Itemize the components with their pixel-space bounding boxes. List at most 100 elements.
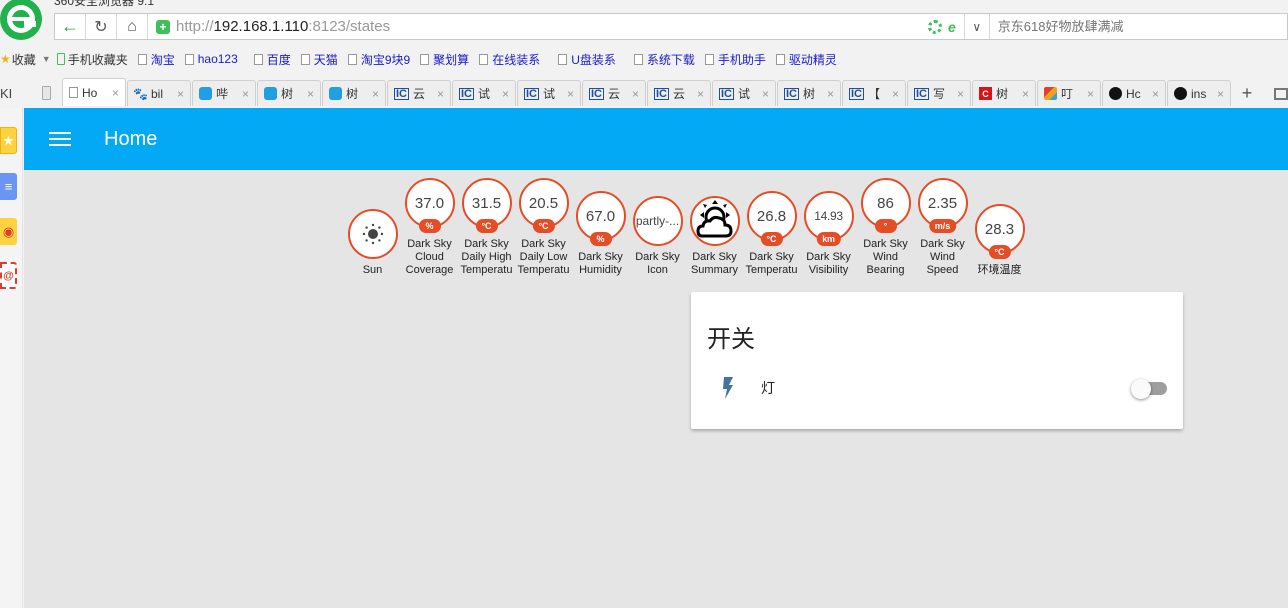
bookmark-item[interactable]: 系统下载: [633, 51, 695, 68]
sidebar-notes-icon[interactable]: ≡: [0, 173, 17, 200]
browser-tab[interactable]: IC 试 ×: [517, 80, 581, 106]
close-tab-icon[interactable]: ×: [242, 87, 249, 101]
state-badge[interactable]: 26.8 °C Dark Sky Temperatu: [743, 191, 800, 277]
state-badge[interactable]: 67.0% Dark Sky Humidity: [572, 191, 629, 277]
close-tab-icon[interactable]: ×: [632, 87, 639, 101]
speed-mode-icon[interactable]: [928, 19, 942, 34]
close-tab-icon[interactable]: ×: [762, 87, 769, 101]
bookmark-item[interactable]: U盘装系: [558, 51, 616, 68]
bookmark-item[interactable]: 驱动精灵: [775, 51, 837, 68]
tab-label: 树: [996, 87, 1009, 101]
bookmark-item[interactable]: 手机助手: [704, 51, 766, 68]
close-tab-icon[interactable]: ×: [502, 87, 509, 101]
browser-tab[interactable]: C 树 ×: [972, 80, 1036, 106]
browser-tab[interactable]: 树 ×: [322, 80, 386, 106]
tab-label: Ho: [82, 85, 98, 100]
browser-tab[interactable]: ins ×: [1167, 80, 1231, 106]
bookmark-item[interactable]: 淘宝9块9: [347, 51, 410, 68]
url-field[interactable]: + http://192.168.1.110:8123/states: [148, 18, 928, 35]
browser-tab[interactable]: IC 写 ×: [907, 80, 971, 106]
state-badge[interactable]: Sun: [344, 209, 401, 277]
bookmark-item[interactable]: 天猫: [300, 51, 338, 68]
close-tab-icon[interactable]: ×: [1087, 87, 1094, 101]
tab-label: 云: [608, 87, 621, 101]
sidebar-mail-icon[interactable]: @: [0, 262, 17, 289]
tab-label: bil: [151, 86, 164, 101]
github-icon: [1109, 87, 1122, 100]
light-toggle-switch[interactable]: [1131, 378, 1167, 399]
close-tab-icon[interactable]: ×: [827, 87, 834, 101]
bookmark-label: 手机助手: [717, 52, 766, 67]
bookmark-favorites[interactable]: ★ 收藏 ▼: [0, 51, 51, 68]
home-button[interactable]: ⌂: [117, 14, 148, 39]
browser-tab[interactable]: IC 云 ×: [647, 80, 711, 106]
new-tab-button[interactable]: +: [1234, 80, 1260, 106]
sidebar-favorites-star-icon[interactable]: ★: [0, 127, 17, 154]
device-icon[interactable]: [42, 86, 52, 100]
page-icon: [300, 53, 310, 65]
close-tab-icon[interactable]: ×: [1217, 87, 1224, 101]
ie-mode-icon[interactable]: e: [948, 19, 956, 35]
bookmark-item[interactable]: hao123: [184, 52, 238, 66]
state-badge[interactable]: 28.3 °C 环境温度: [971, 204, 1028, 277]
reload-button[interactable]: ↻: [86, 14, 117, 39]
badge-circle: 20.5 °C: [518, 178, 569, 233]
browser-tab[interactable]: IC 树 ×: [777, 80, 841, 106]
bookmark-item[interactable]: 百度: [253, 51, 291, 68]
badge-circle: partly-...: [632, 196, 683, 246]
badge-label-line: Humidity: [579, 264, 622, 276]
browser-tab[interactable]: 哔 ×: [192, 80, 256, 106]
state-badge[interactable]: partly-... Dark Sky Icon: [629, 196, 686, 277]
page-icon: [479, 53, 489, 65]
close-tab-icon[interactable]: ×: [697, 87, 704, 101]
bookmark-item[interactable]: 淘宝: [137, 51, 175, 68]
badge-circle: 67.0%: [575, 191, 626, 246]
browser-tab[interactable]: IC 试 ×: [712, 80, 776, 106]
badge-label-line: Coverage: [405, 264, 454, 276]
state-badge[interactable]: 14.93 km Dark Sky Visibility: [800, 191, 857, 277]
close-tab-icon[interactable]: ×: [1022, 87, 1029, 101]
close-tab-icon[interactable]: ×: [567, 87, 574, 101]
state-badge[interactable]: 20.5 °C Dark Sky Daily Low Temperatu: [515, 178, 572, 277]
browser-tab[interactable]: IC 试 ×: [452, 80, 516, 106]
browser-tab[interactable]: IC 云 ×: [387, 80, 451, 106]
state-badge[interactable]: 2.35 m/s Dark Sky Wind Speed: [914, 178, 971, 277]
close-tab-icon[interactable]: ×: [372, 87, 379, 101]
sidebar-weibo-icon[interactable]: ◉: [0, 218, 17, 245]
browser-tab[interactable]: IC 【 ×: [842, 80, 906, 106]
state-badge[interactable]: 31.5 °C Dark Sky Daily High Temperatu: [458, 178, 515, 277]
browser-tab[interactable]: Hc ×: [1102, 80, 1166, 106]
restore-tabs-icon[interactable]: [1274, 88, 1288, 100]
browser-tab[interactable]: 树 ×: [257, 80, 321, 106]
tab-label: 树: [346, 87, 359, 101]
badge-value: 20.5: [528, 194, 559, 212]
cube-icon: [1044, 87, 1057, 100]
search-input[interactable]: [989, 15, 1287, 38]
close-tab-icon[interactable]: ×: [177, 87, 184, 101]
close-tab-icon[interactable]: ×: [957, 87, 964, 101]
entity-row[interactable]: 灯: [691, 372, 1183, 404]
browser-tab[interactable]: 叮 ×: [1037, 80, 1101, 106]
bookmark-mobile[interactable]: 手机收藏夹: [56, 51, 128, 68]
close-tab-icon[interactable]: ×: [1152, 87, 1159, 101]
state-badge[interactable]: 37.0% Dark Sky Cloud Coverage: [401, 178, 458, 277]
browser-tab[interactable]: Ho ×: [62, 78, 126, 106]
browser-tab[interactable]: IC 云 ×: [582, 80, 646, 106]
close-tab-icon[interactable]: ×: [112, 86, 119, 100]
tab-strip-prefix: KI: [0, 80, 62, 106]
badge-label-line: Dark Sky: [806, 251, 851, 263]
close-tab-icon[interactable]: ×: [892, 87, 899, 101]
menu-hamburger-icon[interactable]: [49, 131, 71, 147]
url-dropdown-chevron-icon[interactable]: ∨: [963, 14, 990, 39]
bookmark-label: 手机收藏夹: [67, 52, 128, 67]
browser-tab[interactable]: 🐾 bil ×: [127, 80, 191, 106]
bookmark-item[interactable]: 聚划算: [420, 51, 469, 68]
state-badge[interactable]: Dark Sky Summary: [686, 196, 743, 277]
close-tab-icon[interactable]: ×: [307, 87, 314, 101]
github-icon: [1174, 87, 1187, 100]
state-badge[interactable]: 86 ° Dark Sky Wind Bearing: [857, 178, 914, 277]
bookmark-item[interactable]: 在线装系: [479, 51, 540, 68]
close-tab-icon[interactable]: ×: [437, 87, 444, 101]
back-button[interactable]: ←: [55, 14, 86, 39]
badge-label-line: Dark Sky: [407, 238, 452, 250]
